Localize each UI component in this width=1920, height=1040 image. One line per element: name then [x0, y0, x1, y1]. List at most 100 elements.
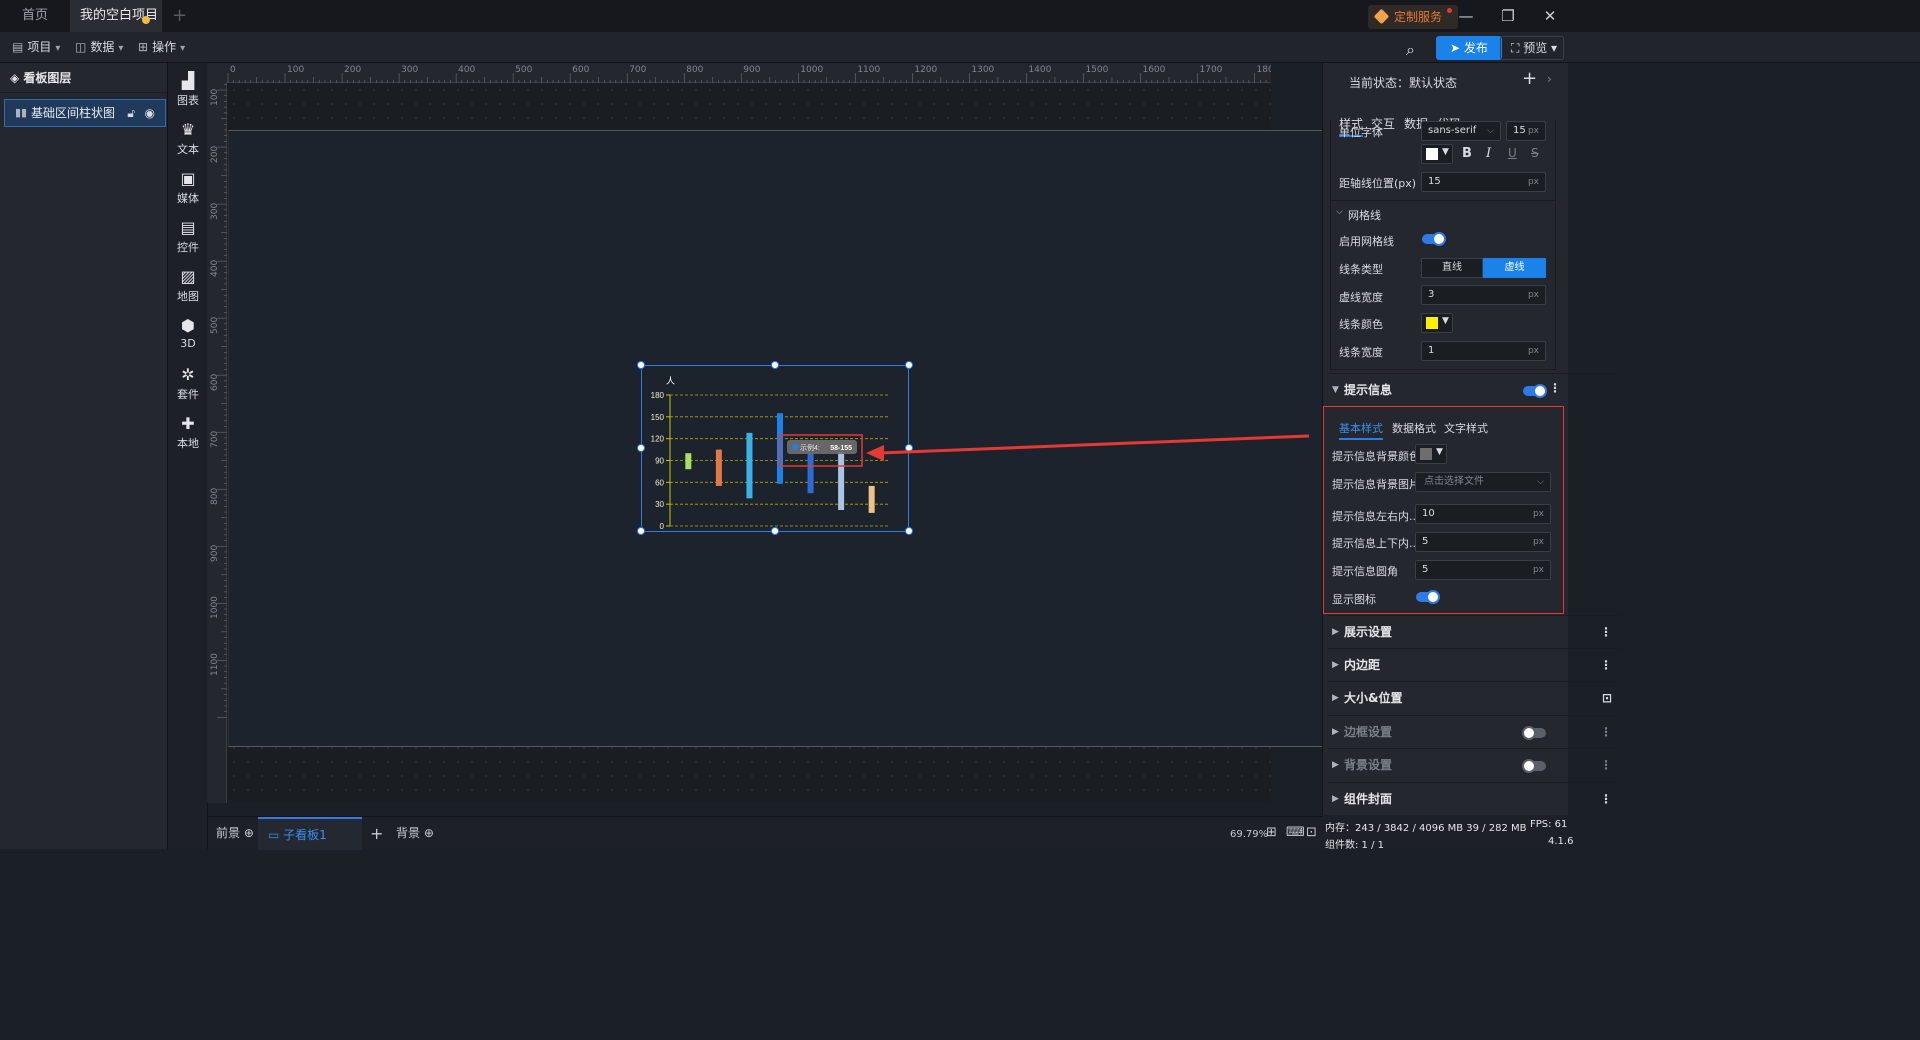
unit-label: px — [1527, 177, 1539, 187]
italic-icon[interactable]: I — [1486, 146, 1491, 161]
section-size-position[interactable]: ▶ 大小&位置 ⊡ — [1328, 681, 1620, 714]
line-type-solid[interactable]: 直线 — [1421, 258, 1483, 278]
more-icon[interactable]: ⋮ — [1600, 783, 1612, 816]
layer-item[interactable]: ▮▮ 基础区间柱状图 🔓︎ ◉ — [4, 99, 166, 127]
enable-grid-toggle[interactable] — [1422, 232, 1446, 246]
plus-circle-icon[interactable]: ⊕ — [424, 826, 434, 840]
resize-handle[interactable] — [637, 444, 645, 452]
resize-handle[interactable] — [637, 361, 645, 369]
tooltip-radius-label: 提示信息圆角 — [1332, 565, 1398, 578]
tab-child-board[interactable]: ▭ 子看板1 — [258, 817, 362, 850]
add-state-icon[interactable]: + — [1522, 68, 1537, 89]
rail-media[interactable]: ▣ 媒体 — [168, 169, 208, 206]
section-component-cover[interactable]: ▶ 组件封面 ⋮ — [1328, 782, 1620, 815]
collapse-caret-icon[interactable]: ⌵ — [1336, 207, 1343, 217]
keyboard-icon[interactable]: ⌨ — [1286, 825, 1305, 840]
show-icon-toggle[interactable] — [1416, 590, 1440, 604]
line-type-dashed[interactable]: 虚线 — [1483, 258, 1546, 278]
tab-home[interactable]: 首页 — [0, 0, 70, 32]
rail-3d[interactable]: ⬢ 3D — [168, 316, 208, 350]
minimize-icon[interactable]: — — [1443, 0, 1489, 32]
subtab-text-style[interactable]: 文字样式 — [1444, 420, 1488, 436]
line-color-picker[interactable]: ▼ — [1421, 313, 1453, 333]
grid-section-label[interactable]: 网格线 — [1348, 207, 1381, 223]
font-family-select[interactable]: sans-serif ⌵ — [1421, 121, 1501, 141]
resize-handle[interactable] — [771, 527, 779, 535]
unit-label: px — [1527, 290, 1539, 300]
border-toggle[interactable] — [1522, 726, 1546, 740]
rail-local[interactable]: ✚ 本地 — [168, 414, 208, 451]
menu-operation[interactable]: ⊞ 操作 ▾ — [138, 32, 185, 63]
tooltip-padding-lr-input[interactable]: 10 px — [1415, 504, 1551, 524]
font-color-picker[interactable]: ▼ — [1421, 144, 1453, 164]
resize-handle[interactable] — [905, 444, 913, 452]
tooltip-bg-color-picker[interactable]: ▼ — [1415, 444, 1447, 464]
preview-button[interactable]: ⛶ 预览 ▾ — [1500, 36, 1564, 60]
tab-project[interactable]: 我的空白项目 — [70, 0, 162, 32]
tooltip-series-dot — [792, 444, 798, 450]
ruler-top-label: 1100 — [857, 65, 881, 75]
ruler-top-label: 1000 — [800, 65, 824, 75]
bold-icon[interactable]: B — [1462, 146, 1472, 161]
tooltip-section-header[interactable]: ▼ 提示信息 — [1328, 373, 1620, 406]
tab-background[interactable]: 背景 ⊕ — [396, 817, 434, 850]
resize-handle[interactable] — [905, 361, 913, 369]
zoom-level[interactable]: 69.79% — [1230, 829, 1268, 840]
section-border-settings[interactable]: ▶ 边框设置 ⋮ — [1328, 715, 1620, 748]
chart-component[interactable]: 0 30 60 90 120 150 180 人示例4: 58-155 — [637, 361, 913, 535]
tab-foreground[interactable]: 前景 ⊕ — [216, 817, 254, 850]
chevron-right-icon[interactable]: › — [1547, 72, 1552, 86]
unlock-icon[interactable]: 🔓︎ — [127, 100, 135, 126]
section-padding[interactable]: ▶ 内边距 ⋮ — [1328, 648, 1620, 681]
component-count: 组件数: 1 / 1 — [1325, 840, 1384, 851]
rail-kit[interactable]: ✲ 套件 — [168, 365, 208, 402]
rail-chart[interactable]: ▟ 图表 — [168, 71, 208, 108]
more-icon[interactable]: ⋮ — [1600, 616, 1612, 649]
section-label: 大小&位置 — [1344, 691, 1403, 705]
resize-handle[interactable] — [771, 361, 779, 369]
dash-width-input[interactable]: 3 px — [1421, 285, 1546, 305]
axis-distance-input[interactable]: 15 px — [1421, 172, 1546, 192]
custom-service-label: 定制服务 — [1394, 10, 1443, 24]
tooltip-padding-tb-input[interactable]: 5 px — [1415, 532, 1551, 552]
lock-icon[interactable]: ⊡ — [1602, 682, 1612, 715]
tooltip-radius-input[interactable]: 5 px — [1415, 560, 1551, 580]
terminal-icon[interactable]: ⊡ — [1306, 825, 1317, 840]
plus-circle-icon[interactable]: ⊕ — [244, 826, 254, 840]
subtab-data-format[interactable]: 数据格式 — [1392, 420, 1436, 436]
rail-widget[interactable]: ▤ 控件 — [168, 218, 208, 255]
rail-map[interactable]: ▨ 地图 — [168, 267, 208, 304]
tooltip-bg-image-select[interactable]: 点击选择文件 ⌵ — [1415, 472, 1551, 492]
font-size-input[interactable]: 15 px — [1506, 121, 1546, 141]
menu-data[interactable]: ◫ 数据 ▾ — [75, 32, 123, 63]
underline-icon[interactable]: U — [1508, 146, 1517, 160]
restore-icon[interactable]: ❐ — [1485, 0, 1531, 32]
range-bar-chart: 0 30 60 90 120 150 180人示例4: 58-155 — [651, 376, 890, 531]
version-label: 4.1.6 — [1548, 836, 1574, 847]
more-icon[interactable]: ⋮ — [1549, 381, 1561, 395]
search-icon[interactable]: ⌕ — [1406, 40, 1415, 60]
close-icon[interactable]: ✕ — [1527, 0, 1573, 32]
fit-screen-icon[interactable]: ⊞ — [1266, 825, 1277, 840]
ruler-top-label: 500 — [515, 65, 533, 75]
more-icon[interactable]: ⋮ — [1600, 649, 1612, 682]
add-board-icon[interactable]: + — [370, 817, 383, 850]
strikethrough-icon[interactable]: S — [1531, 146, 1539, 160]
section-display-settings[interactable]: ▶ 展示设置 ⋮ — [1328, 615, 1620, 648]
publish-button[interactable]: ➤ 发布 — [1436, 36, 1502, 60]
more-icon[interactable]: ⋮ — [1600, 716, 1612, 749]
more-icon[interactable]: ⋮ — [1600, 749, 1612, 782]
resize-handle[interactable] — [905, 527, 913, 535]
menu-project[interactable]: ▤ 项目 ▾ — [12, 32, 60, 63]
line-width-input[interactable]: 1 px — [1421, 341, 1546, 361]
background-toggle[interactable] — [1522, 759, 1546, 773]
resize-handle[interactable] — [637, 527, 645, 535]
section-background-settings[interactable]: ▶ 背景设置 ⋮ — [1328, 748, 1620, 781]
tooltip-toggle[interactable] — [1523, 384, 1547, 398]
enable-grid-label: 启用网格线 — [1339, 235, 1394, 248]
eye-icon[interactable]: ◉ — [145, 100, 155, 126]
rail-text[interactable]: ♛ 文本 — [168, 120, 208, 157]
subtab-basic-style[interactable]: 基本样式 — [1339, 420, 1383, 440]
add-tab-icon[interactable]: + — [172, 0, 188, 32]
ruler-left-label: 500 — [210, 316, 220, 335]
